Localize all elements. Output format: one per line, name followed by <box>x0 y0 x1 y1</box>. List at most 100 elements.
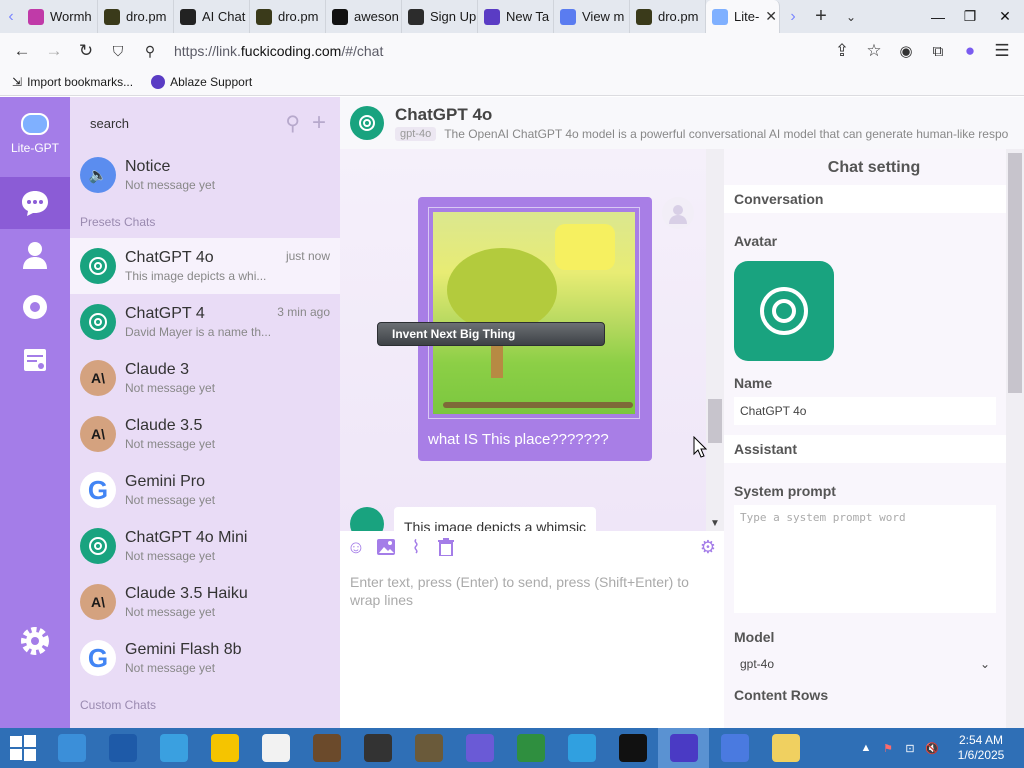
tab-scroll-right-icon[interactable]: › <box>780 0 806 33</box>
search-icon[interactable]: ⚲ <box>285 111 300 136</box>
browser-tab[interactable]: Wormh <box>22 0 98 33</box>
taskbar-app-button[interactable] <box>454 728 505 768</box>
taskbar-app-button[interactable] <box>658 728 709 768</box>
start-button[interactable] <box>0 728 46 768</box>
taskbar-app-button[interactable] <box>199 728 250 768</box>
forward-button[interactable]: → <box>40 37 68 65</box>
messages-scrollbar[interactable]: ▼ <box>706 149 724 531</box>
browser-tab[interactable]: Sign Up <box>402 0 478 33</box>
search-input[interactable]: search <box>90 116 273 131</box>
security-alert-icon[interactable]: ⚑ <box>880 741 896 755</box>
volume-muted-icon[interactable]: 🔇 <box>924 741 940 755</box>
back-button[interactable]: ← <box>8 37 36 65</box>
attachment-icon[interactable]: ⌇ <box>406 537 426 557</box>
tab-label: New Ta <box>506 9 550 24</box>
chat-list-item[interactable]: A\ Claude 3 Not message yet <box>70 350 340 406</box>
bookmark-ablaze-support[interactable]: Ablaze Support <box>151 75 252 89</box>
name-field[interactable]: ChatGPT 4o <box>734 397 996 425</box>
settings-scrollbar-thumb[interactable] <box>1008 153 1022 393</box>
taskbar-app-button[interactable] <box>607 728 658 768</box>
scrollbar-thumb[interactable] <box>708 399 722 443</box>
composer-settings-icon[interactable]: ⚙ <box>698 537 718 557</box>
permissions-icon[interactable]: ⚲ <box>136 37 164 65</box>
system-tray: ▲ ⚑ ⊡ 🔇 2:54 AM 1/6/2025 <box>858 733 1024 763</box>
taskbar-app-button[interactable] <box>709 728 760 768</box>
tab-label: dro.pm <box>278 9 319 24</box>
share-icon[interactable]: ⇪ <box>828 37 856 65</box>
chat-list-item[interactable]: A\ Claude 3.5 Haiku Not message yet <box>70 574 340 630</box>
windows-logo-icon <box>10 735 36 761</box>
model-select[interactable]: gpt-4o ⌄ <box>734 651 996 677</box>
maximize-button[interactable]: ❐ <box>954 0 986 33</box>
account-icon[interactable]: ◉ <box>892 37 920 65</box>
taskbar-app-button[interactable] <box>403 728 454 768</box>
tab-scroll-left-icon[interactable]: ‹ <box>0 0 22 33</box>
rail-discover[interactable] <box>0 281 70 333</box>
browser-tab[interactable]: aweson <box>326 0 402 33</box>
reload-button[interactable]: ↻ <box>72 37 100 65</box>
rail-settings[interactable] <box>0 615 70 667</box>
profile-icon[interactable]: ● <box>956 37 984 65</box>
notice-item[interactable]: 🔈 Notice Not message yet <box>70 147 340 203</box>
chat-list-item[interactable]: G Gemini Flash 8b Not message yet <box>70 630 340 686</box>
taskbar-app-button[interactable] <box>352 728 403 768</box>
taskbar-app-button[interactable] <box>556 728 607 768</box>
chat-list-item[interactable]: G Gemini Pro Not message yet <box>70 462 340 518</box>
network-icon[interactable]: ⊡ <box>902 741 918 755</box>
chat-bubble-icon <box>22 191 48 216</box>
taskbar-app-button[interactable] <box>46 728 97 768</box>
url-field[interactable]: https://link.fuckicoding.com/#/chat <box>168 36 824 66</box>
rail-chats[interactable] <box>0 177 70 229</box>
chat-list-item[interactable]: A\ Claude 3.5 Not message yet <box>70 406 340 462</box>
settings-scrollbar[interactable] <box>1006 149 1024 728</box>
scroll-down-icon[interactable]: ▼ <box>706 518 724 529</box>
browser-tab[interactable]: dro.pm <box>630 0 706 33</box>
taskbar-clock[interactable]: 2:54 AM 1/6/2025 <box>946 733 1016 763</box>
assistant-avatar[interactable] <box>734 261 834 361</box>
message-input[interactable]: Enter text, press (Enter) to send, press… <box>340 563 724 619</box>
openai-icon <box>80 528 116 564</box>
extensions-icon[interactable]: ⧉ <box>924 37 952 65</box>
overlay-badge[interactable]: Invent Next Big Thing <box>377 322 605 346</box>
taskbar-app-button[interactable] <box>301 728 352 768</box>
browser-tab[interactable]: Lite- ✕ <box>706 0 780 33</box>
tab-list-dropdown-icon[interactable]: ⌄ <box>836 0 866 33</box>
trash-icon[interactable] <box>436 537 456 557</box>
close-tab-icon[interactable]: ✕ <box>765 8 777 25</box>
system-prompt-input[interactable]: Type a system prompt word <box>734 505 996 613</box>
browser-tab[interactable]: dro.pm <box>98 0 174 33</box>
chat-list-item[interactable]: ChatGPT 4o Mini Not message yet <box>70 518 340 574</box>
sidebar-search: search ⚲ + <box>70 97 340 149</box>
app-logo[interactable]: Lite-GPT <box>0 113 70 155</box>
rail-contacts[interactable] <box>0 229 70 281</box>
add-chat-icon[interactable]: + <box>312 109 326 137</box>
image-upload-icon[interactable] <box>376 537 396 557</box>
emoji-icon[interactable]: ☺ <box>346 537 366 557</box>
browser-icon <box>159 734 188 762</box>
show-hidden-icons-icon[interactable]: ▲ <box>858 741 874 755</box>
taskbar-app-button[interactable] <box>97 728 148 768</box>
model-label: Model <box>734 629 775 645</box>
close-window-button[interactable]: ✕ <box>986 0 1024 33</box>
bookmark-import[interactable]: ⇲ Import bookmarks... <box>12 75 133 89</box>
new-tab-button[interactable]: + <box>806 0 836 33</box>
taskbar-app-button[interactable] <box>760 728 811 768</box>
browser-tab[interactable]: View m <box>554 0 630 33</box>
menu-icon[interactable]: ☰ <box>988 37 1016 65</box>
chat-list-item[interactable]: ChatGPT 4o This image depicts a whi... jus… <box>70 238 340 294</box>
site-info-icon[interactable]: ⛉ <box>104 37 132 65</box>
assistant-message: This image depicts a whimsic <box>350 507 640 531</box>
bookmark-star-icon[interactable]: ☆ <box>860 37 888 65</box>
content-rows-label: Content Rows <box>734 687 829 703</box>
yahoo-messenger-icon <box>210 734 239 762</box>
minimize-button[interactable]: — <box>922 0 954 33</box>
taskbar-app-button[interactable] <box>505 728 556 768</box>
browser-tab[interactable]: New Ta <box>478 0 554 33</box>
browser-tab[interactable]: AI Chat <box>174 0 250 33</box>
taskbar-app-button[interactable] <box>250 728 301 768</box>
browser-tab[interactable]: dro.pm <box>250 0 326 33</box>
taskbar-app-button[interactable] <box>148 728 199 768</box>
chat-list-item[interactable]: ChatGPT 4 David Mayer is a name th... 3 mi… <box>70 294 340 350</box>
attached-image[interactable] <box>428 207 640 419</box>
rail-calendar[interactable] <box>0 333 70 385</box>
